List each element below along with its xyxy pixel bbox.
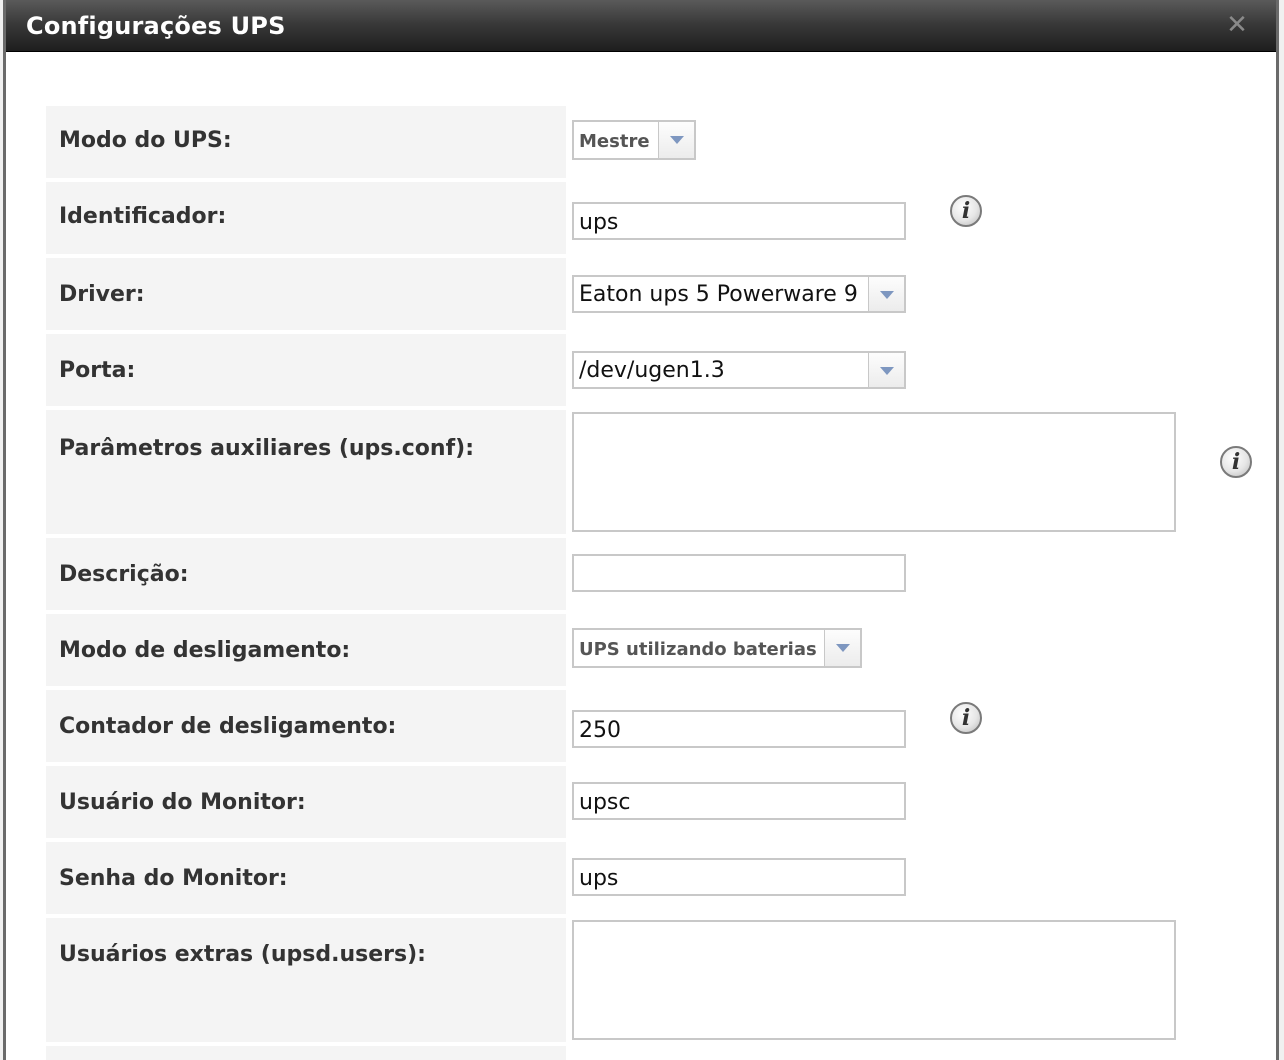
label-cell: Parâmetros auxiliares (ups.conf): — [46, 410, 566, 534]
label-cell: Contador de desligamento: — [46, 690, 566, 762]
monitor-user-input[interactable]: upsc — [572, 782, 906, 820]
shutdown-mode-label: Modo de desligamento: — [59, 638, 351, 663]
chevron-down-icon[interactable] — [868, 277, 904, 311]
row-monitor-password: Senha do Monitor: ups — [46, 842, 1246, 914]
extra-users-textarea[interactable] — [572, 920, 1176, 1040]
label-cell: Identificador: — [46, 182, 566, 254]
row-monitor-user: Usuário do Monitor: upsc — [46, 766, 1246, 838]
identifier-label: Identificador: — [59, 204, 227, 229]
chevron-down-icon[interactable] — [824, 630, 860, 666]
row-port: Porta: /dev/ugen1.3 — [46, 334, 1246, 406]
label-cell — [46, 1046, 566, 1060]
row-driver: Driver: Eaton ups 5 Powerware 9 — [46, 258, 1246, 330]
shutdown-mode-value: UPS utilizando baterias — [579, 639, 817, 660]
label-cell: Usuários extras (upsd.users): — [46, 918, 566, 1042]
row-identifier: Identificador: ups i — [46, 182, 1246, 254]
row-ups-mode: Modo do UPS: Mestre — [46, 106, 1246, 178]
row-extra-users: Usuários extras (upsd.users): — [46, 918, 1246, 1042]
extra-users-label: Usuários extras (upsd.users): — [59, 942, 426, 967]
label-cell: Modo de desligamento: — [46, 614, 566, 686]
row-next-partial — [46, 1046, 1246, 1060]
dialog-title: Configurações UPS — [26, 12, 286, 40]
row-shutdown-mode: Modo de desligamento: UPS utilizando bat… — [46, 614, 1246, 686]
label-cell: Driver: — [46, 258, 566, 330]
description-input[interactable] — [572, 554, 906, 592]
row-aux-params: Parâmetros auxiliares (ups.conf): i — [46, 410, 1252, 534]
description-label: Descrição: — [59, 562, 189, 587]
chevron-down-icon[interactable] — [868, 353, 904, 387]
identifier-input[interactable]: ups — [572, 202, 906, 240]
row-description: Descrição: — [46, 538, 1246, 610]
aux-params-textarea[interactable] — [572, 412, 1176, 532]
row-shutdown-timer: Contador de desligamento: 250 i — [46, 690, 1246, 762]
shutdown-timer-input[interactable]: 250 — [572, 710, 906, 748]
label-cell: Usuário do Monitor: — [46, 766, 566, 838]
info-icon[interactable]: i — [950, 702, 982, 734]
monitor-password-input[interactable]: ups — [572, 858, 906, 896]
label-cell: Modo do UPS: — [46, 106, 566, 178]
ups-mode-label: Modo do UPS: — [59, 128, 232, 153]
close-icon[interactable]: ✕ — [1224, 12, 1250, 38]
aux-params-label: Parâmetros auxiliares (ups.conf): — [59, 436, 475, 461]
monitor-password-label: Senha do Monitor: — [59, 866, 288, 891]
dialog-titlebar: Configurações UPS ✕ — [6, 0, 1276, 52]
port-value: /dev/ugen1.3 — [579, 358, 725, 383]
label-cell: Senha do Monitor: — [46, 842, 566, 914]
driver-value: Eaton ups 5 Powerware 9 — [579, 282, 858, 307]
driver-select[interactable]: Eaton ups 5 Powerware 9 — [572, 275, 906, 313]
monitor-user-label: Usuário do Monitor: — [59, 790, 306, 815]
ups-mode-select[interactable]: Mestre — [572, 120, 696, 160]
ups-mode-value: Mestre — [579, 131, 650, 152]
label-cell: Descrição: — [46, 538, 566, 610]
info-icon[interactable]: i — [950, 195, 982, 227]
shutdown-mode-select[interactable]: UPS utilizando baterias — [572, 628, 862, 668]
info-icon[interactable]: i — [1220, 446, 1252, 478]
driver-label: Driver: — [59, 282, 145, 307]
shutdown-timer-label: Contador de desligamento: — [59, 714, 397, 739]
port-select[interactable]: /dev/ugen1.3 — [572, 351, 906, 389]
chevron-down-icon[interactable] — [658, 122, 694, 158]
port-label: Porta: — [59, 358, 136, 383]
label-cell: Porta: — [46, 334, 566, 406]
ups-settings-dialog: Configurações UPS ✕ Modo do UPS: Mestre … — [3, 0, 1279, 1060]
